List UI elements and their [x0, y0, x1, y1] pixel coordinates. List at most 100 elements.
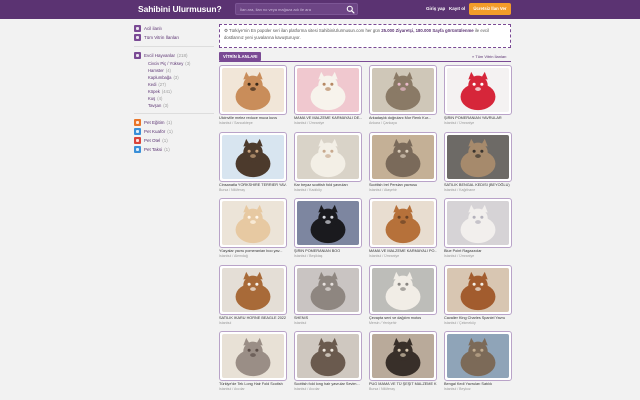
listing-photo[interactable] — [369, 198, 437, 248]
listing-card[interactable]: SATILIK IKARU HORNE BEAGLE 2022 İstanbul — [219, 264, 287, 327]
listing-card[interactable]: Arkadaşlık doğrulanı Mor Renk Kur... Ank… — [369, 65, 437, 127]
sidebar-subcategory[interactable]: Tavşan (3) — [134, 102, 214, 109]
pet-photo-icon — [222, 134, 284, 179]
pet-photo-icon — [447, 68, 509, 112]
listing-title[interactable]: Cinsanatla YORKSHIRE TERRIER YAV... — [219, 183, 287, 188]
top-navigation-bar: Sahibini Ulurmusun? Giriş yap Kayıt ol Ü… — [0, 0, 640, 19]
showcase-section-tab[interactable]: VİTRİN İLANLARI — [219, 52, 262, 61]
sidebar-service-item[interactable]: Pet Otel (1) — [134, 136, 214, 145]
service-icon — [134, 128, 141, 135]
pet-photo-icon — [222, 68, 284, 112]
sidebar-subcategory[interactable]: Civciv Piç / Yüksey (3) — [134, 60, 214, 67]
service-count: (1) — [167, 129, 173, 134]
listing-photo[interactable] — [294, 198, 362, 248]
login-link[interactable]: Giriş yap — [426, 6, 445, 11]
search-input[interactable] — [240, 5, 345, 14]
subcategory-count: (441) — [161, 89, 172, 94]
pet-photo-icon — [447, 334, 509, 378]
listing-card[interactable]: MAMA VE MALZEME KARMAYALI PO... İstanbul… — [369, 198, 437, 260]
subcategory-label: Köpek — [148, 89, 160, 94]
listing-photo[interactable] — [294, 65, 362, 115]
listing-photo[interactable] — [369, 264, 437, 315]
listing-photo[interactable] — [219, 331, 287, 381]
listing-card[interactable]: MAMA VE MALZEME KARMAYALI DE... İstanbul… — [294, 65, 362, 127]
listing-photo[interactable] — [294, 331, 362, 381]
sidebar-service-item[interactable]: Pet Eğitim (1) — [134, 118, 214, 127]
listing-card[interactable]: Türkiye'de Tek Long Hair Fold Scotish İs… — [219, 331, 287, 393]
listing-photo[interactable] — [369, 331, 437, 381]
listing-card[interactable]: Bengal Kedi Yavruları Satılık İstanbul /… — [444, 331, 512, 393]
listing-card[interactable]: SATILIK BENGAL KEDİSİ (BEYOĞLU) İstanbul… — [444, 131, 512, 194]
listing-location: İstanbul / Kadıköy — [294, 187, 322, 192]
register-link[interactable]: Kayıt ol — [449, 6, 465, 11]
sidebar-item-urgent[interactable]: Acil ilanlı — [134, 24, 214, 33]
sidebar-service-item[interactable]: Pet Taksi (1) — [134, 145, 214, 154]
listing-photo[interactable] — [444, 65, 512, 115]
sidebar-subcategory[interactable]: Köpek (441) — [134, 88, 214, 95]
listing-location: İstanbul / Çekmeköy — [444, 320, 476, 325]
urgent-icon — [134, 25, 141, 32]
listing-card[interactable]: Scottish Irel Persian yavrusu İstanbul /… — [369, 131, 437, 194]
search-icon[interactable] — [346, 5, 355, 14]
listing-photo[interactable] — [444, 198, 512, 248]
listing-location: İstanbul / Ümraniye — [444, 121, 475, 125]
listing-card[interactable]: Kar beyaz scottish fold yavruları İstanb… — [294, 131, 362, 194]
listing-location: İstanbul / Sancaktepe — [219, 121, 253, 125]
free-ad-button[interactable]: Ücretsiz İlan Ver — [469, 3, 511, 15]
listing-location: İstanbul / Ümraniye — [444, 254, 475, 258]
listing-card[interactable]: Blue Point Ragazzolar İstanbul / Ümraniy… — [444, 198, 512, 260]
listing-card[interactable]: PUG MAMA VE TÜ ŞEŞİT MALZEME K... Bursa … — [369, 331, 437, 393]
sidebar-category-pets[interactable]: Evcil Hayvanlar (218) — [134, 51, 214, 60]
sidebar-service-item[interactable]: Pet Kuaför (1) — [134, 127, 214, 136]
listing-title[interactable]: Cavalier King Charles Spaniel Yavru — [444, 316, 512, 321]
sidebar-item-showcase[interactable]: Tüm Vitrin İlanları — [134, 33, 214, 42]
listing-card[interactable]: Cavalier King Charles Spaniel Yavru İsta… — [444, 264, 512, 327]
listing-photo[interactable] — [369, 131, 437, 182]
listing-card[interactable]: Cinsanatla YORKSHIRE TERRIER YAV... Burs… — [219, 131, 287, 194]
subcategory-count: (3) — [173, 75, 179, 80]
pet-photo-icon — [447, 267, 509, 312]
listing-card[interactable]: ŞİRİN POMERANIAN YAVRULAR İstanbul / Ümr… — [444, 65, 512, 127]
site-logo[interactable]: Sahibini Ulurmusun? — [138, 4, 222, 14]
service-label: Pet Kuaför — [144, 129, 166, 134]
listing-card[interactable]: Yüzyalar yavru pomeranian boo yav... İst… — [219, 198, 287, 260]
service-label: Pet Taksi — [144, 147, 163, 152]
listing-location: İstanbul — [294, 320, 307, 325]
listing-photo[interactable] — [294, 264, 362, 315]
service-count: (1) — [164, 147, 170, 152]
listing-title[interactable]: SATILIK BENGAL KEDİSİ (BEYOĞLU) — [444, 183, 512, 188]
info-icon: ⚙ — [224, 28, 228, 33]
listing-location: Bursa / Nilüferaş — [219, 187, 245, 192]
listing-photo[interactable] — [369, 65, 437, 115]
listing-photo[interactable] — [219, 198, 287, 248]
listing-title[interactable]: SATILIK IKARU HORNE BEAGLE 2022 — [219, 316, 287, 321]
listing-card[interactable]: Çevapta seni ve dağılım motos Mersin / Y… — [369, 264, 437, 327]
listing-photo[interactable] — [219, 264, 287, 315]
sidebar-subcategory[interactable]: Kaplumbağa (3) — [134, 74, 214, 81]
listing-card[interactable]: Ulcinville melez reduce muca kuvs İstanb… — [219, 65, 287, 127]
listing-location: İstanbul / Ümraniye — [294, 121, 325, 125]
listing-card[interactable]: Scottish fold long hair yavrular Sevim..… — [294, 331, 362, 393]
listing-photo[interactable] — [444, 264, 512, 315]
sidebar-subcategory[interactable]: Kedi (27) — [134, 81, 214, 88]
showcase-icon — [134, 34, 141, 41]
pet-photo-icon — [372, 267, 434, 312]
site-stats-notice: ⚙ Türkiye'nin En popüler seri ilan platf… — [219, 24, 511, 48]
listing-photo[interactable] — [444, 131, 512, 182]
listing-location: İstanbul / Beşiktaş — [294, 254, 323, 258]
listing-photo[interactable] — [444, 331, 512, 381]
pet-photo-icon — [222, 267, 284, 312]
sidebar-subcategory[interactable]: Kuş (4) — [134, 95, 214, 102]
listing-card[interactable]: ŞİRİN POMERANIAN BOO İstanbul / Beşiktaş — [294, 198, 362, 260]
subcategory-count: (4) — [157, 96, 163, 101]
sidebar-subcategory[interactable]: Hamster (4) — [134, 67, 214, 74]
listing-card[interactable]: SHENIS İstanbul — [294, 264, 362, 327]
pet-photo-icon — [297, 134, 359, 179]
all-showcase-link[interactable]: » Tüm Vitrin İlanları — [472, 54, 507, 59]
pet-photo-icon — [222, 201, 284, 245]
listing-location: İstanbul / Ataşehir — [369, 187, 397, 192]
listing-photo[interactable] — [219, 65, 287, 115]
pet-photo-icon — [447, 201, 509, 245]
listing-photo[interactable] — [294, 131, 362, 182]
listing-photo[interactable] — [219, 131, 287, 182]
